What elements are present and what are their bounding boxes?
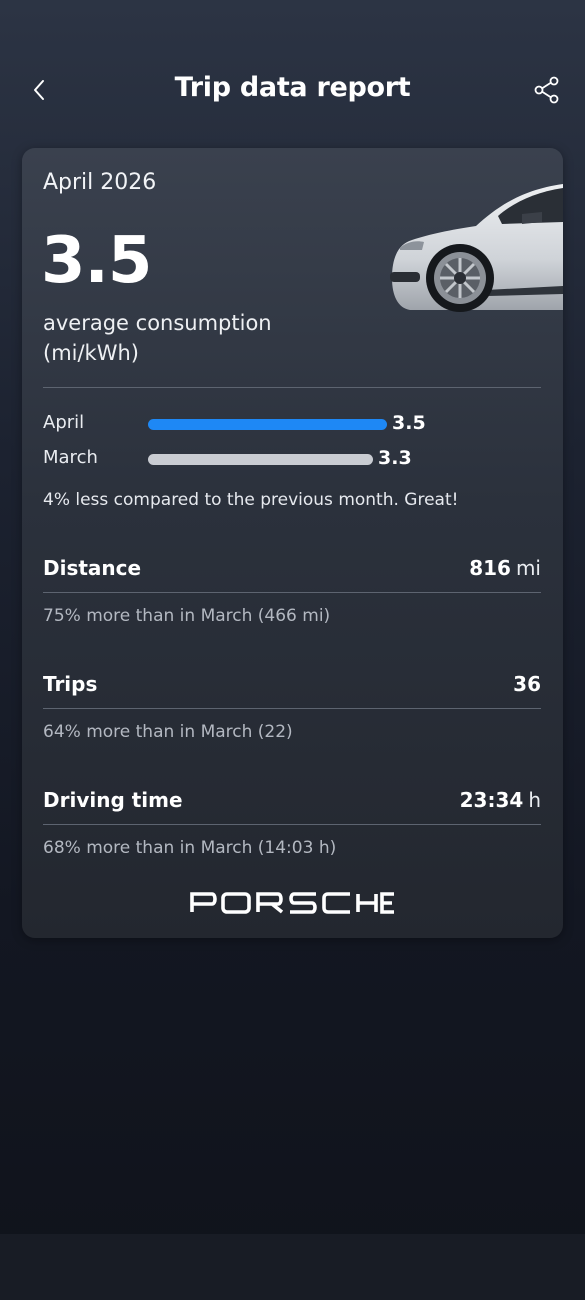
divider [43, 387, 541, 388]
comparison-value-march: 3.3 [378, 447, 412, 469]
divider [43, 708, 541, 709]
trips-value: 36 [513, 672, 541, 696]
driving-time-number: 23:34 [459, 788, 524, 812]
trips-label: Trips [43, 672, 98, 696]
bottom-bar [0, 1234, 585, 1300]
driving-time-note: 68% more than in March (14:03 h) [43, 838, 337, 858]
average-consumption-value: 3.5 [41, 224, 152, 298]
comparison-note: 4% less compared to the previous month. … [43, 490, 459, 510]
comparison-value-april: 3.5 [392, 412, 426, 434]
distance-note: 75% more than in March (466 mi) [43, 606, 331, 626]
report-period: April 2026 [43, 170, 157, 195]
comparison-bar-march [148, 454, 373, 465]
share-button[interactable] [531, 74, 563, 106]
trip-report-card: April 2026 3.5 average consumption (mi/k… [22, 148, 563, 938]
driving-time-value: 23:34 h [460, 788, 541, 812]
driving-time-unit: h [528, 788, 541, 812]
divider [43, 592, 541, 593]
car-image [390, 184, 563, 312]
page-title: Trip data report [174, 72, 411, 103]
distance-number: 816 [469, 556, 511, 580]
distance-label: Distance [43, 556, 142, 580]
divider [43, 824, 541, 825]
driving-time-label: Driving time [43, 788, 183, 812]
top-app-bar: Trip data report [0, 60, 585, 120]
comparison-label-march: March [43, 447, 98, 468]
porsche-logo [22, 892, 563, 914]
distance-unit: mi [515, 556, 541, 580]
share-icon [534, 76, 559, 104]
trips-note: 64% more than in March (22) [43, 722, 293, 742]
average-consumption-label: average consumption (mi/kWh) [43, 311, 272, 365]
comparison-label-april: April [43, 412, 85, 433]
trips-number: 36 [513, 672, 541, 696]
distance-value: 816 mi [469, 556, 541, 580]
comparison-bar-april [148, 419, 387, 430]
